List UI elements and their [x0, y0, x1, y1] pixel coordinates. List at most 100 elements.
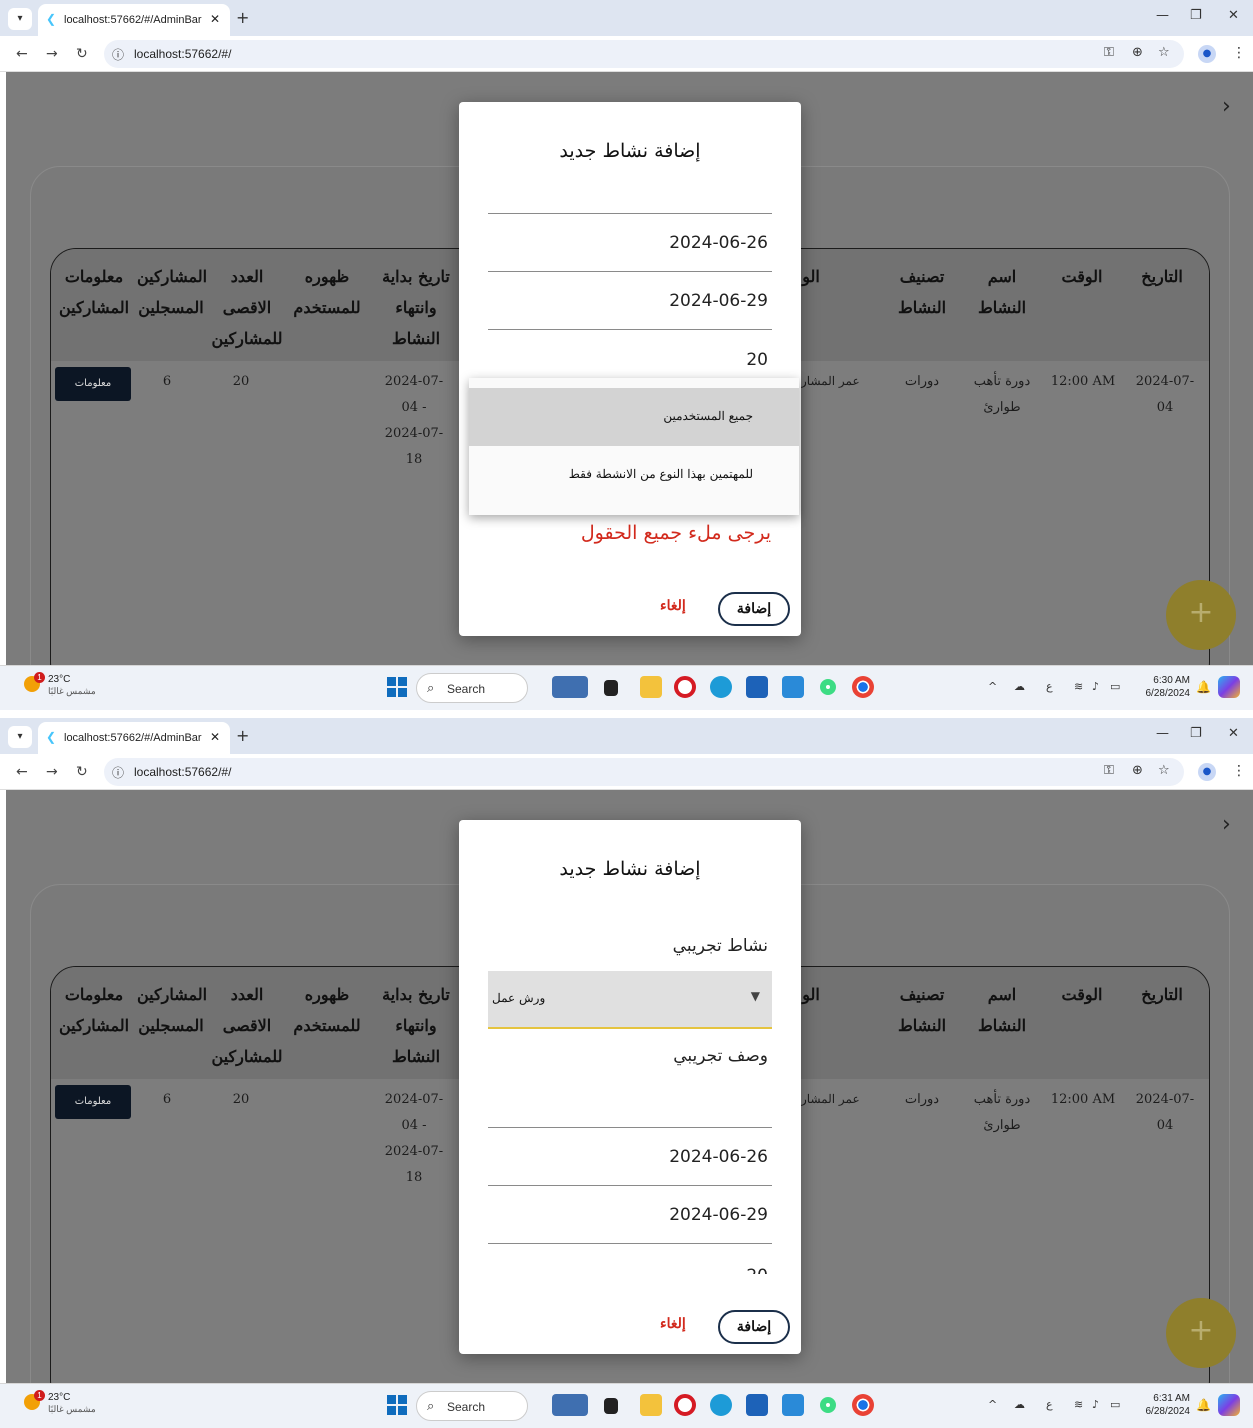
- windows-start-icon[interactable]: [387, 1395, 407, 1415]
- site-info-icon[interactable]: ⓘ: [112, 46, 124, 63]
- back-icon[interactable]: ←: [16, 764, 28, 780]
- add-activity-fab[interactable]: +: [1166, 1298, 1236, 1368]
- android-studio-icon[interactable]: [820, 1397, 836, 1413]
- activity-name-field[interactable]: نشاط تجريبي: [488, 920, 772, 970]
- volume-icon[interactable]: ♪: [1092, 1398, 1099, 1411]
- taskbar-search[interactable]: ⌕ Search: [416, 673, 528, 703]
- taskbar-search[interactable]: ⌕ Search: [416, 1391, 528, 1421]
- vscode-icon[interactable]: [782, 1394, 804, 1416]
- close-tab-icon[interactable]: ✕: [210, 12, 220, 26]
- profile-icon[interactable]: ●: [1198, 45, 1216, 63]
- copilot-icon[interactable]: [1218, 1394, 1240, 1416]
- copilot-icon[interactable]: [1218, 676, 1240, 698]
- end-date-field[interactable]: 2024-06-29: [488, 1186, 772, 1244]
- language-indicator[interactable]: ع: [1046, 1398, 1053, 1411]
- field-above[interactable]: [488, 162, 772, 214]
- start-date-field[interactable]: 2024-06-26: [488, 214, 772, 272]
- terminal-icon[interactable]: [604, 1398, 618, 1414]
- close-window-icon[interactable]: ✕: [1228, 8, 1239, 23]
- file-explorer-icon[interactable]: [640, 1394, 662, 1416]
- new-tab-button[interactable]: +: [236, 726, 249, 745]
- add-button[interactable]: إضافة: [718, 1310, 790, 1344]
- back-icon[interactable]: ←: [16, 46, 28, 62]
- password-key-icon[interactable]: ⚿: [1104, 763, 1114, 778]
- chrome-icon[interactable]: [852, 1394, 874, 1416]
- zoom-icon[interactable]: ⊕: [1132, 763, 1143, 778]
- windows-taskbar: 1 23°C مشمس غالبًا ⌕ Search ^ ☁ ع ≋ ♪ ▭ …: [0, 665, 1253, 710]
- chevron-right-icon[interactable]: ›: [1222, 812, 1231, 837]
- browser-tab[interactable]: ❮ localhost:57662/#/AdminBar ✕: [38, 4, 230, 36]
- volume-icon[interactable]: ♪: [1092, 680, 1099, 693]
- cloud-icon[interactable]: ☁: [1014, 680, 1025, 693]
- notifications-bell-icon[interactable]: 🔔: [1196, 1398, 1211, 1412]
- forward-icon[interactable]: →: [46, 46, 58, 62]
- minimize-icon[interactable]: —: [1156, 8, 1169, 23]
- omnibox[interactable]: ⓘ localhost:57662/#/ ⚿ ⊕ ☆: [104, 40, 1184, 68]
- cloud-icon[interactable]: ☁: [1014, 1398, 1025, 1411]
- password-key-icon[interactable]: ⚿: [1104, 45, 1114, 60]
- reload-icon[interactable]: ↻: [76, 764, 88, 780]
- chevron-right-icon[interactable]: ›: [1222, 94, 1231, 119]
- wifi-icon[interactable]: ≋: [1074, 680, 1083, 693]
- start-date-field[interactable]: 2024-06-26: [488, 1128, 772, 1186]
- end-date-field[interactable]: 2024-06-29: [488, 272, 772, 330]
- forward-icon[interactable]: →: [46, 764, 58, 780]
- windows-start-icon[interactable]: [387, 677, 407, 697]
- browser-menu-icon[interactable]: ⋮: [1232, 763, 1246, 779]
- max-participants-field[interactable]: 20: [488, 330, 772, 378]
- new-tab-button[interactable]: +: [236, 8, 249, 27]
- close-tab-icon[interactable]: ✕: [210, 730, 220, 744]
- add-activity-fab[interactable]: +: [1166, 580, 1236, 650]
- reload-icon[interactable]: ↻: [76, 46, 88, 62]
- cancel-button[interactable]: إلغاء: [660, 598, 686, 614]
- opera-icon[interactable]: [674, 676, 696, 698]
- max-participants-field[interactable]: 20: [488, 1256, 772, 1274]
- restore-icon[interactable]: ❐: [1190, 8, 1202, 23]
- participants-info-button[interactable]: معلومات: [55, 1085, 131, 1119]
- zoom-icon[interactable]: ⊕: [1132, 45, 1143, 60]
- flutter-icon: ❮: [46, 730, 57, 744]
- language-indicator[interactable]: ع: [1046, 680, 1053, 693]
- profile-icon[interactable]: ●: [1198, 763, 1216, 781]
- vscode-icon[interactable]: [782, 676, 804, 698]
- participants-info-button[interactable]: معلومات: [55, 367, 131, 401]
- bookmark-star-icon[interactable]: ☆: [1158, 45, 1170, 60]
- restore-icon[interactable]: ❐: [1190, 726, 1202, 741]
- chevron-up-icon[interactable]: ^: [988, 1398, 997, 1411]
- flutter-icon: ❮: [46, 12, 57, 26]
- fish-game-icon[interactable]: [552, 676, 588, 698]
- edge-icon[interactable]: [710, 1394, 732, 1416]
- browser-menu-icon[interactable]: ⋮: [1232, 45, 1246, 61]
- cancel-button[interactable]: إلغاء: [660, 1316, 686, 1332]
- tab-search-button[interactable]: ▾: [8, 726, 32, 748]
- store-icon[interactable]: [746, 1394, 768, 1416]
- opera-icon[interactable]: [674, 1394, 696, 1416]
- fish-game-icon[interactable]: [552, 1394, 588, 1416]
- chevron-up-icon[interactable]: ^: [988, 680, 997, 693]
- chrome-icon[interactable]: [852, 676, 874, 698]
- option-all-users[interactable]: جميع المستخدمين: [469, 388, 799, 446]
- bookmark-star-icon[interactable]: ☆: [1158, 763, 1170, 778]
- terminal-icon[interactable]: [604, 680, 618, 696]
- site-info-icon[interactable]: ⓘ: [112, 764, 124, 781]
- edge-icon[interactable]: [710, 676, 732, 698]
- minimize-icon[interactable]: —: [1156, 726, 1169, 741]
- notifications-bell-icon[interactable]: 🔔: [1196, 680, 1211, 694]
- file-explorer-icon[interactable]: [640, 676, 662, 698]
- option-interested-only[interactable]: للمهتمين بهذا النوع من الانشطة فقط: [469, 446, 799, 504]
- category-dropdown[interactable]: ورش عمل ▼: [488, 971, 772, 1029]
- tab-search-button[interactable]: ▾: [8, 8, 32, 30]
- description-field[interactable]: وصف تجريبي: [488, 1030, 772, 1128]
- wifi-icon[interactable]: ≋: [1074, 1398, 1083, 1411]
- browser-tab[interactable]: ❮ localhost:57662/#/AdminBar ✕: [38, 722, 230, 754]
- add-button[interactable]: إضافة: [718, 592, 790, 626]
- omnibox[interactable]: ⓘ localhost:57662/#/ ⚿ ⊕ ☆: [104, 758, 1184, 786]
- clock[interactable]: 6:31 AM 6/28/2024: [1134, 1392, 1191, 1418]
- android-studio-icon[interactable]: [820, 679, 836, 695]
- store-icon[interactable]: [746, 676, 768, 698]
- header-name: اسم النشاط: [977, 985, 1027, 1035]
- close-window-icon[interactable]: ✕: [1228, 726, 1239, 741]
- battery-icon[interactable]: ▭: [1110, 1398, 1120, 1411]
- battery-icon[interactable]: ▭: [1110, 680, 1120, 693]
- clock[interactable]: 6:30 AM 6/28/2024: [1134, 674, 1191, 700]
